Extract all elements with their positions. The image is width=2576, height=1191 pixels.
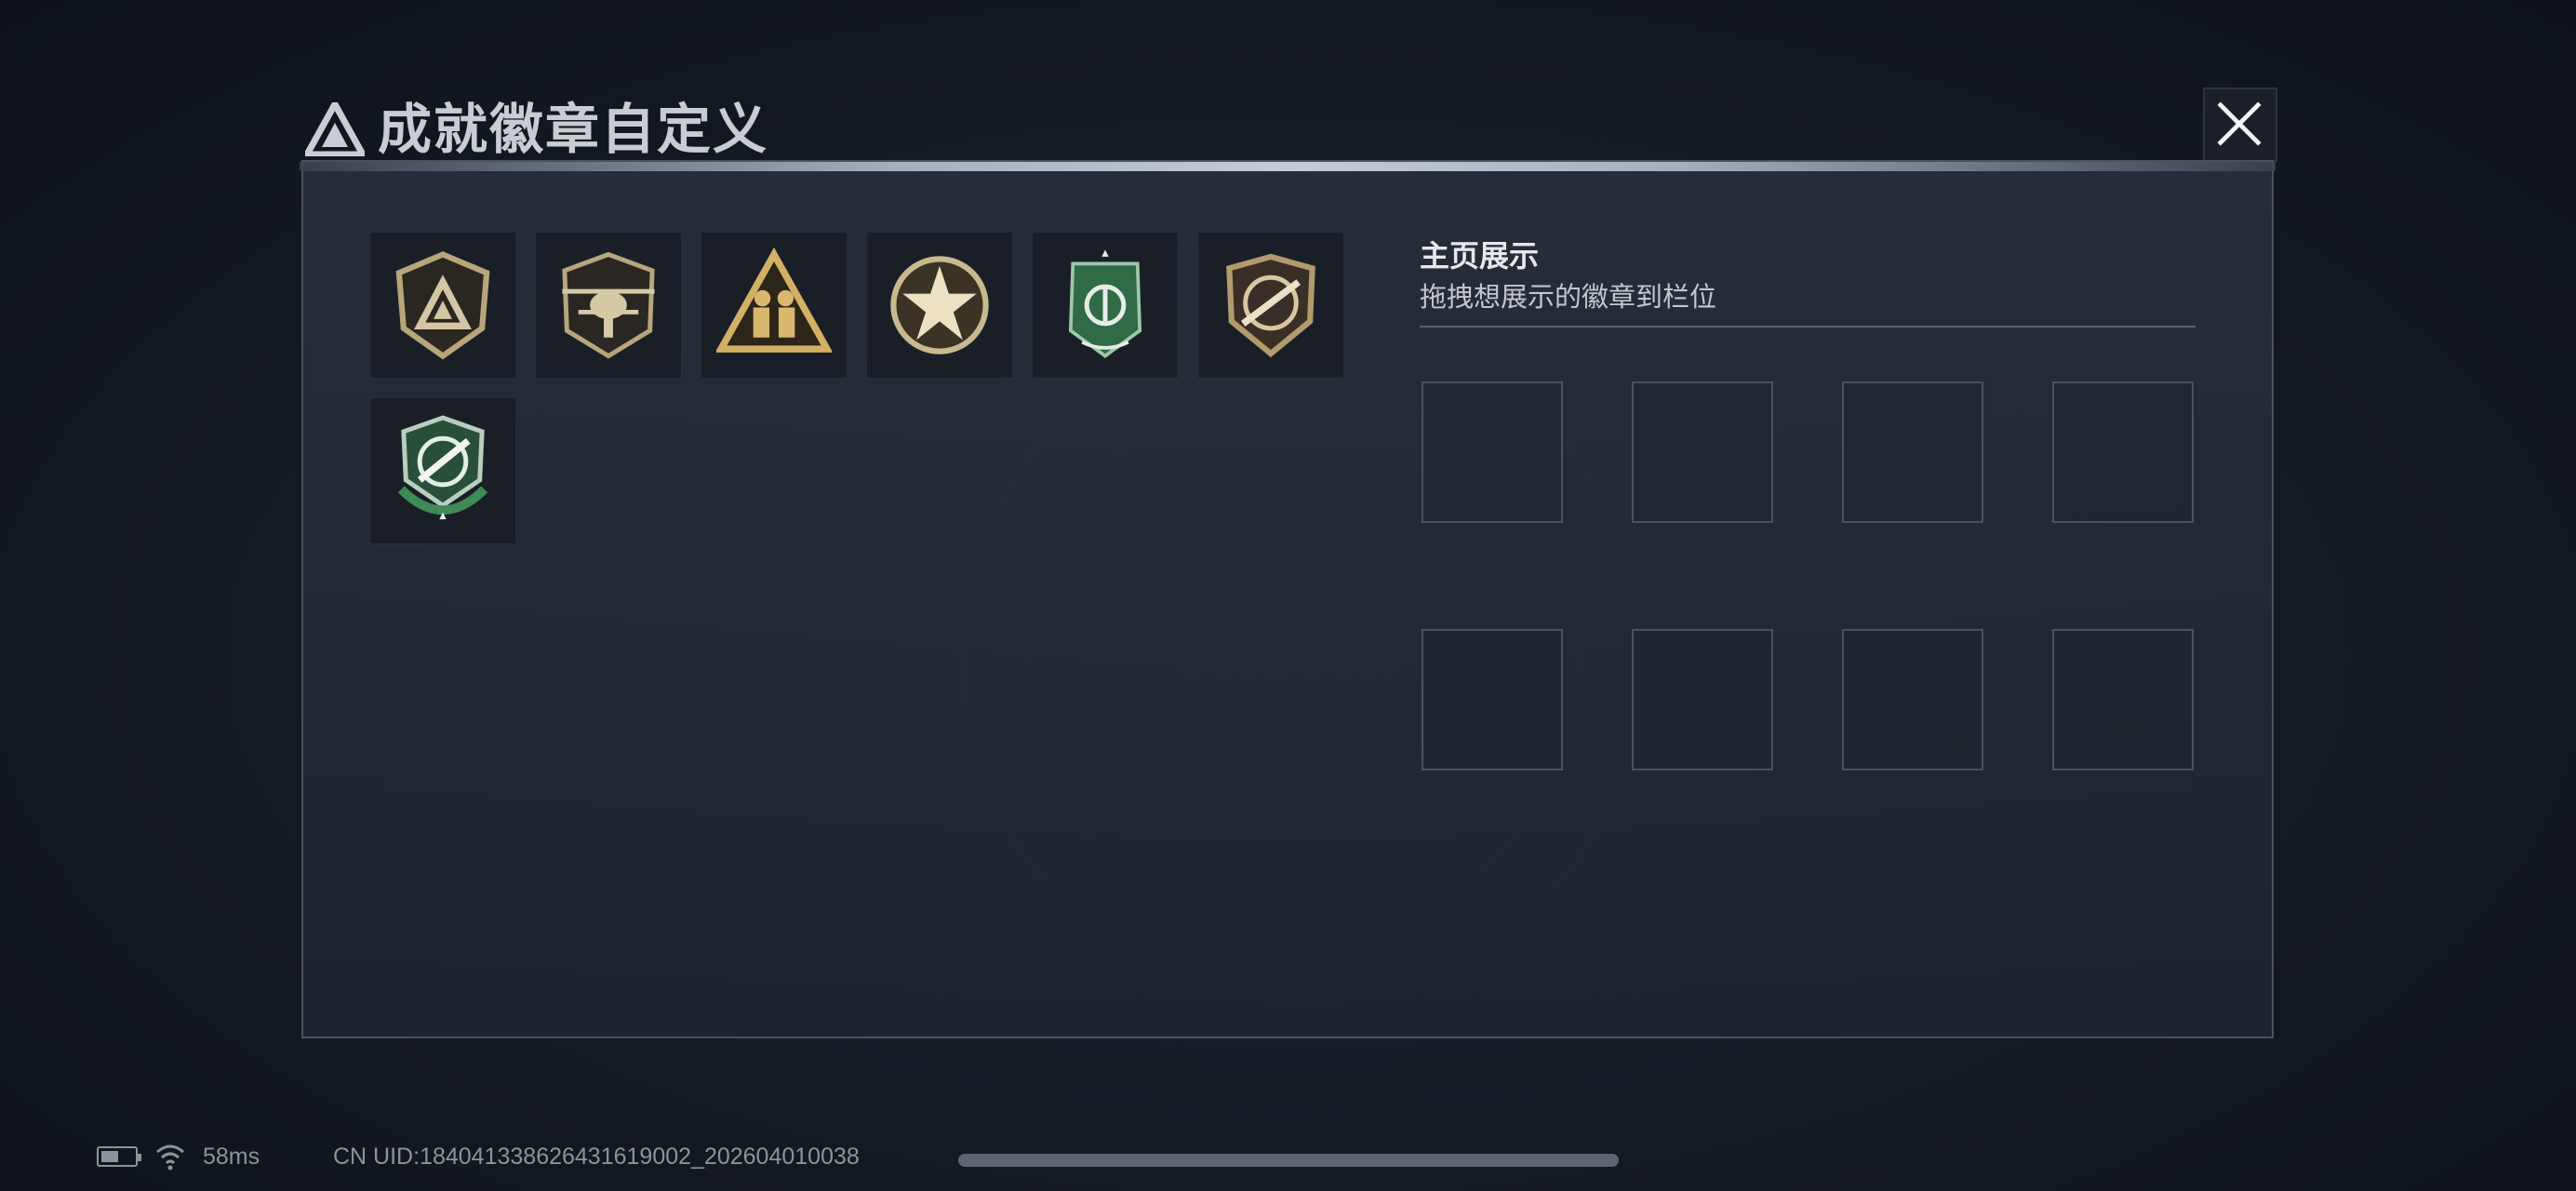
wifi-icon	[156, 1144, 184, 1171]
badge-item[interactable]	[368, 231, 517, 380]
badge-item[interactable]	[865, 231, 1014, 380]
helicopter-badge-icon	[562, 251, 655, 359]
star-medal-badge-icon	[890, 256, 989, 355]
showcase-slot-3[interactable]	[1842, 381, 1983, 523]
uid-text: CN UID:1840413386264316190​02_2026040100…	[333, 1144, 860, 1170]
badge-item[interactable]	[1196, 231, 1345, 380]
green-knife-badge-icon	[397, 415, 488, 520]
showcase-slot-2[interactable]	[1632, 381, 1773, 523]
window-header: 成就徽章自定义	[300, 87, 2277, 164]
triangle-shield-badge-icon	[395, 251, 490, 360]
showcase-slot-8[interactable]	[2052, 629, 2194, 770]
close-button[interactable]	[2203, 87, 2277, 162]
badge-item[interactable]	[1031, 231, 1180, 380]
page-title: 成就徽章自定义	[378, 100, 769, 160]
home-indicator[interactable]	[958, 1154, 1619, 1167]
showcase-title: 主页展示	[1420, 239, 1540, 273]
showcase-slot-1[interactable]	[1421, 381, 1563, 523]
showcase-slot-6[interactable]	[1632, 629, 1773, 770]
badge-item[interactable]	[534, 231, 683, 380]
showcase-slot-7[interactable]	[1842, 629, 1983, 770]
owned-badge-list	[368, 231, 1364, 545]
badge-item[interactable]	[368, 396, 517, 545]
panel-top-accent	[300, 162, 2276, 171]
showcase-slot-5[interactable]	[1421, 629, 1563, 770]
ping-text: 58ms	[203, 1143, 260, 1170]
badge-item[interactable]	[700, 231, 848, 380]
status-bar: 58ms	[97, 1141, 260, 1172]
green-shield-badge-icon	[1068, 249, 1142, 358]
battery-icon	[97, 1146, 141, 1167]
showcase-slot-grid	[1421, 381, 2196, 770]
soldiers-triangle-badge-icon	[716, 248, 832, 353]
showcase-slot-4[interactable]	[2052, 381, 2194, 523]
divider	[1420, 326, 2196, 328]
rifle-badge-icon	[1226, 253, 1315, 358]
showcase-subtitle: 拖拽想展示的徽章到栏位	[1420, 283, 1717, 313]
close-icon	[2217, 101, 2262, 146]
triangle-logo-icon	[305, 102, 365, 156]
